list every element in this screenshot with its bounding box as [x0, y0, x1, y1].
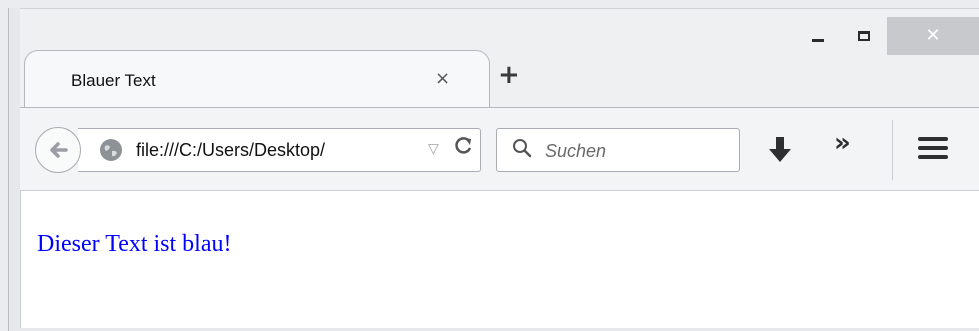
back-arrow-icon — [50, 142, 68, 158]
overflow-chevron-icon[interactable]: » — [834, 130, 851, 156]
toolbar-separator — [892, 120, 893, 180]
search-bar[interactable] — [496, 128, 740, 172]
close-window-button[interactable]: ✕ — [887, 17, 979, 55]
menu-line — [918, 146, 948, 150]
download-arrow-icon — [769, 137, 791, 162]
browser-window: ✕ Blauer Text × + file:///C:/Users/Deskt… — [0, 0, 979, 331]
tab-close-icon[interactable]: × — [435, 68, 450, 89]
page-content: Dieser Text ist blau! — [20, 191, 979, 331]
history-dropdown-icon[interactable]: ▽ — [428, 141, 439, 157]
maximize-button[interactable] — [841, 17, 887, 55]
globe-icon — [100, 139, 122, 161]
search-icon — [513, 139, 532, 158]
reload-icon[interactable] — [452, 135, 474, 163]
window-controls: ✕ — [795, 17, 979, 55]
search-input[interactable] — [545, 139, 725, 163]
tab-title: Blauer Text — [71, 71, 156, 90]
url-text: file:///C:/Users/Desktop/ — [136, 140, 326, 160]
minimize-button[interactable] — [795, 17, 841, 55]
page-text: Dieser Text ist blau! — [37, 231, 232, 257]
minimize-icon — [812, 38, 824, 42]
menu-line — [918, 155, 948, 159]
tab-active[interactable]: Blauer Text × — [24, 50, 490, 108]
close-icon: ✕ — [925, 25, 941, 46]
maximize-icon — [858, 31, 870, 41]
new-tab-button[interactable]: + — [498, 62, 520, 88]
navigation-toolbar: file:///C:/Users/Desktop/ ▽ Suchen » — [20, 107, 979, 191]
hamburger-menu-icon[interactable] — [918, 137, 948, 161]
download-button[interactable] — [767, 135, 793, 165]
url-bar[interactable]: file:///C:/Users/Desktop/ ▽ — [78, 128, 481, 172]
back-button[interactable] — [35, 127, 81, 173]
menu-line — [918, 137, 948, 141]
